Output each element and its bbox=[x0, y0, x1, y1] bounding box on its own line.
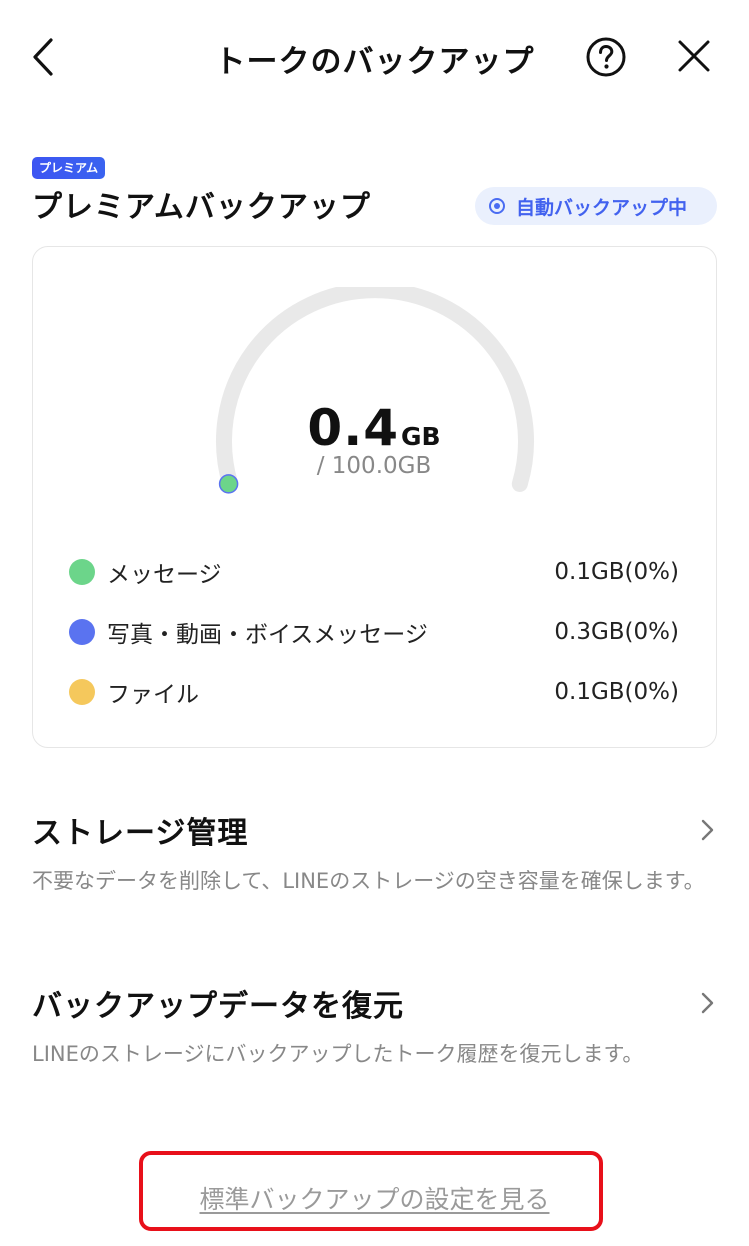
legend-label: ファイル bbox=[107, 682, 199, 708]
back-button[interactable] bbox=[22, 34, 68, 80]
used-storage-unit: GB bbox=[401, 422, 441, 451]
radio-dot-icon bbox=[489, 198, 505, 214]
legend-item-messages: メッセージ 0.1GB(0%) bbox=[69, 552, 679, 592]
close-button[interactable] bbox=[672, 34, 716, 78]
used-storage: 0.4GB bbox=[33, 399, 715, 457]
chevron-right-icon bbox=[701, 992, 714, 1014]
section-title: プレミアムバックアップ bbox=[32, 190, 371, 225]
storage-management-item[interactable]: ストレージ管理 不要なデータを削除して、LINEのストレージの空き容量を確保しま… bbox=[32, 808, 717, 897]
storage-usage-card: 0.4GB / 100.0GB メッセージ 0.1GB(0%) 写真・動画・ボイ… bbox=[32, 246, 717, 748]
legend-value: 0.1GB(0%) bbox=[554, 559, 679, 585]
auto-backup-status-label: 自動バックアップ中 bbox=[516, 196, 688, 219]
auto-backup-status-chip[interactable]: 自動バックアップ中 bbox=[475, 187, 717, 225]
header-bar: トークのバックアップ bbox=[0, 0, 749, 112]
legend-value: 0.1GB(0%) bbox=[554, 679, 679, 705]
close-icon bbox=[678, 40, 710, 72]
help-button[interactable] bbox=[585, 36, 627, 78]
page-title: トークのバックアップ bbox=[214, 44, 535, 80]
chevron-right-icon bbox=[701, 819, 714, 841]
storage-management-title: ストレージ管理 bbox=[32, 816, 249, 851]
legend-item-media: 写真・動画・ボイスメッセージ 0.3GB(0%) bbox=[69, 612, 679, 652]
restore-backup-description: LINEのストレージにバックアップしたトーク履歴を復元します。 bbox=[32, 1042, 644, 1066]
legend-dot bbox=[69, 559, 95, 585]
legend-dot bbox=[69, 679, 95, 705]
legend-value: 0.3GB(0%) bbox=[554, 619, 679, 645]
standard-backup-settings-label: 標準バックアップの設定を見る bbox=[199, 1185, 550, 1214]
standard-backup-settings-link[interactable]: 標準バックアップの設定を見る bbox=[0, 1180, 749, 1216]
storage-management-description: 不要なデータを削除して、LINEのストレージの空き容量を確保します。 bbox=[32, 869, 705, 893]
total-storage: / 100.0GB bbox=[316, 453, 432, 479]
restore-backup-item[interactable]: バックアップデータを復元 LINEのストレージにバックアップしたトーク履歴を復元… bbox=[32, 981, 717, 1070]
legend-label: 写真・動画・ボイスメッセージ bbox=[107, 622, 428, 648]
chevron-left-icon bbox=[33, 38, 53, 76]
legend-label: メッセージ bbox=[107, 562, 222, 588]
premium-badge: プレミアム bbox=[32, 157, 106, 179]
used-storage-value: 0.4 bbox=[307, 399, 399, 457]
legend-dot bbox=[69, 619, 95, 645]
question-circle-icon bbox=[586, 37, 626, 77]
restore-backup-title: バックアップデータを復元 bbox=[32, 989, 404, 1024]
legend-item-files: ファイル 0.1GB(0%) bbox=[69, 672, 679, 712]
